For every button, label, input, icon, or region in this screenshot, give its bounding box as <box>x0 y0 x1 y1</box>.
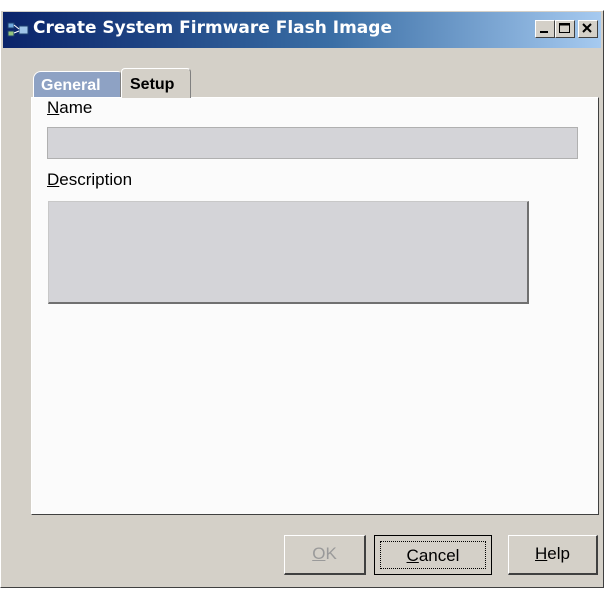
name-field[interactable] <box>47 127 578 159</box>
description-label-text: escription <box>59 170 133 189</box>
help-button[interactable]: Help <box>508 535 598 575</box>
help-label: elp <box>547 544 570 563</box>
app-icon <box>7 20 31 40</box>
name-label-mnemonic: N <box>47 98 60 117</box>
ok-mnemonic: O <box>312 544 326 563</box>
tab-setup[interactable]: Setup <box>121 68 191 98</box>
title-bar[interactable]: Create System Firmware Flash Image <box>3 12 601 48</box>
ok-label: K <box>325 544 337 563</box>
tab-general[interactable]: General <box>33 71 121 97</box>
window-title: Create System Firmware Flash Image <box>33 18 392 38</box>
minimize-icon <box>540 31 548 33</box>
help-mnemonic: H <box>535 544 548 563</box>
tab-setup-label: Setup <box>130 76 175 93</box>
description-label: Description <box>47 170 132 190</box>
tab-general-label: General <box>41 77 101 94</box>
cancel-button[interactable]: Cancel <box>374 535 492 575</box>
maximize-button[interactable] <box>555 20 575 38</box>
name-label: Name <box>47 98 92 118</box>
maximize-icon <box>559 23 570 33</box>
minimize-button[interactable] <box>535 20 555 38</box>
ok-button[interactable]: OK <box>284 535 366 575</box>
tab-panel-setup <box>31 97 599 515</box>
description-textarea[interactable] <box>48 201 529 304</box>
focus-rectangle: Cancel <box>380 541 486 569</box>
name-label-text: ame <box>59 98 93 117</box>
cancel-mnemonic: C <box>406 546 419 565</box>
close-icon <box>582 23 592 33</box>
description-label-mnemonic: D <box>47 170 60 189</box>
close-button[interactable] <box>578 20 598 38</box>
cancel-label: ancel <box>418 546 460 565</box>
